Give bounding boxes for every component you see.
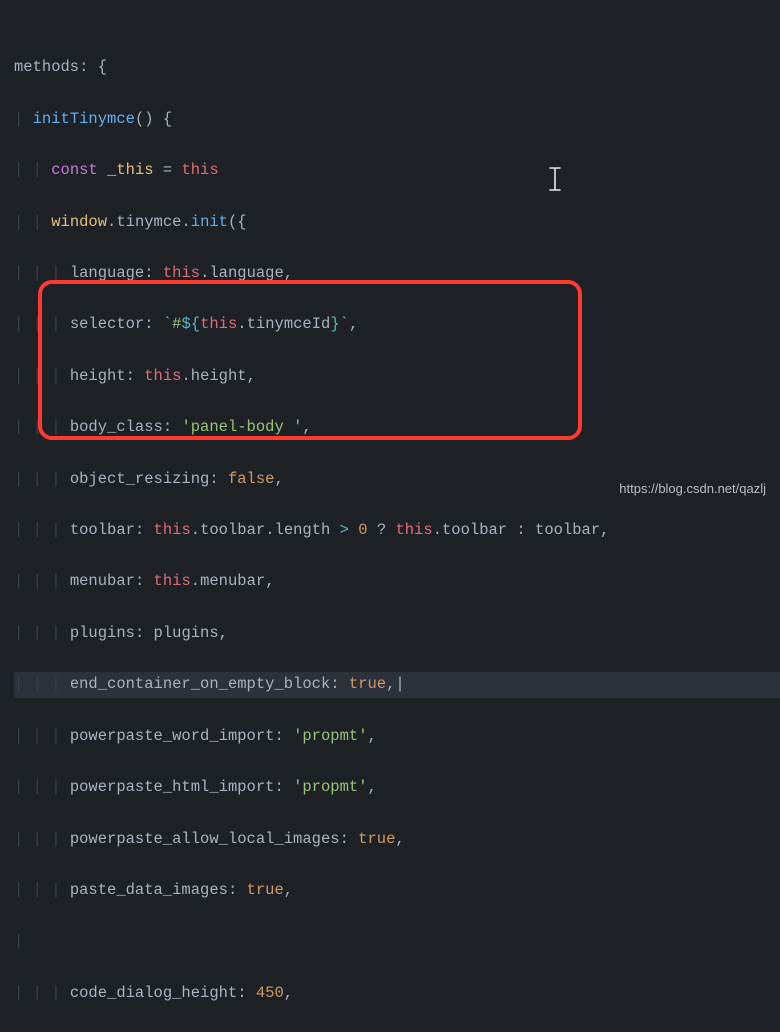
code-line-blank: | [14,929,780,955]
code-line: | | | selector: `#${this.tinymceId}`, [14,312,780,338]
this-keyword: this [181,161,218,179]
code-line: | | | paste_data_images: true, [14,878,780,904]
code-line: | initTinymce() { [14,107,780,133]
code-line: | | | language: this.language, [14,261,780,287]
code-line-current: | | | end_container_on_empty_block: true… [14,672,780,698]
code-line: | | | plugins: plugins, [14,621,780,647]
code-line: | | window.tinymce.init({ [14,210,780,236]
caret-icon: | [395,675,404,693]
code-line: | | | code_dialog_height: 450, [14,981,780,1007]
code-line: | | | powerpaste_allow_local_images: tru… [14,827,780,853]
function-name: initTinymce [33,110,135,128]
keyword-const: const [51,161,98,179]
code-line: | | | menubar: this.menubar, [14,569,780,595]
code-line: | | | object_resizing: false, [14,467,780,493]
code-line: | | const _this = this [14,158,780,184]
code-line: | | | powerpaste_word_import: 'propmt', [14,724,780,750]
code-editor[interactable]: methods: { | initTinymce() { | | const _… [0,0,780,1032]
property: methods [14,58,79,76]
code-line: | | | toolbar: this.toolbar.length > 0 ?… [14,518,780,544]
code-line: | | | height: this.height, [14,364,780,390]
code-line: | | | powerpaste_html_import: 'propmt', [14,775,780,801]
code-line: | | | body_class: 'panel-body ', [14,415,780,441]
code-line: methods: { [14,55,780,81]
